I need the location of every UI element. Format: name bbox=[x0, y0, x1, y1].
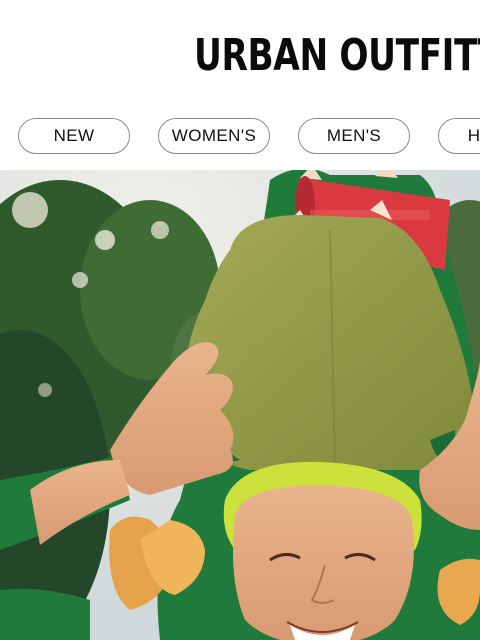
nav-pill-new[interactable]: NEW bbox=[18, 118, 130, 154]
nav-pill-mens[interactable]: MEN'S bbox=[298, 118, 410, 154]
category-nav: NEW WOMEN'S MEN'S HOME bbox=[0, 112, 480, 170]
nav-pill-home[interactable]: HOME bbox=[438, 118, 480, 154]
site-header: URBAN OUTFITTERS bbox=[0, 0, 480, 112]
hero-image[interactable] bbox=[0, 170, 480, 640]
brand-logo[interactable]: URBAN OUTFITTERS bbox=[194, 30, 480, 81]
nav-pill-womens[interactable]: WOMEN'S bbox=[158, 118, 270, 154]
